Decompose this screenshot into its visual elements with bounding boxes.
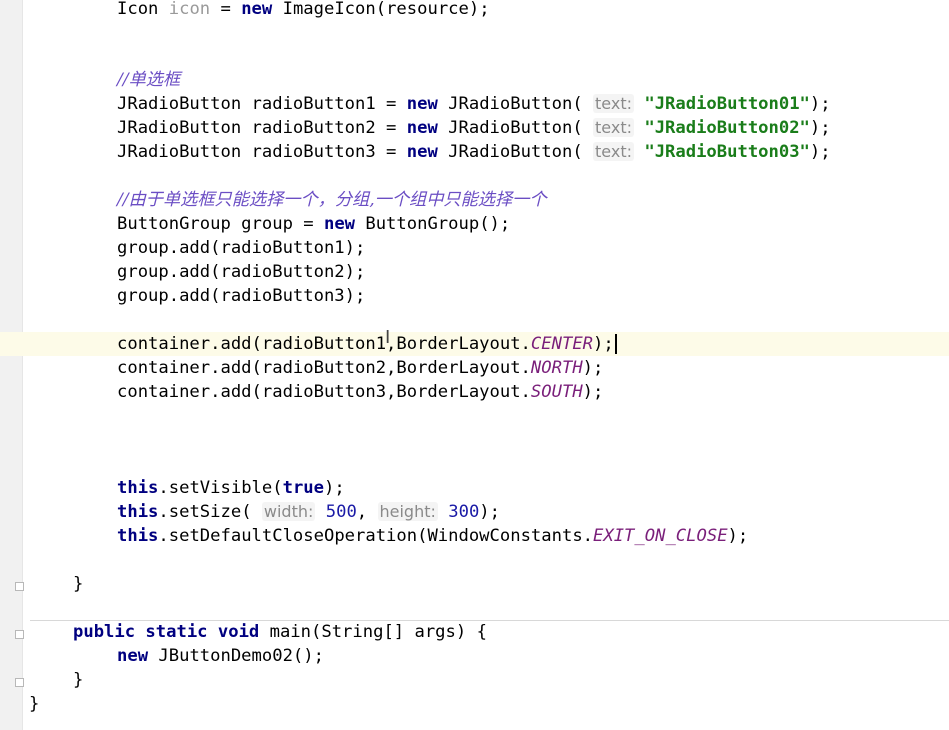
code-line[interactable]: this.setVisible(true); (0, 476, 949, 500)
code-text: this.setVisible(true); (117, 478, 345, 498)
code-line[interactable]: //单选框 (0, 68, 949, 92)
code-line[interactable]: this.setDefaultCloseOperation(WindowCons… (0, 524, 949, 548)
code-line[interactable]: ButtonGroup group = new ButtonGroup(); (0, 212, 949, 236)
code-line[interactable]: } (0, 668, 949, 692)
code-line[interactable]: container.add(radioButton2,BorderLayout.… (0, 356, 949, 380)
parameter-hint: text: (593, 118, 634, 137)
code-text: container.add(radioButton1,BorderLayout.… (117, 332, 617, 356)
text-caret (614, 334, 617, 354)
code-text: this.setDefaultCloseOperation(WindowCons… (117, 526, 749, 546)
code-line[interactable]: JRadioButton radioButton1 = new JRadioBu… (0, 92, 949, 116)
code-line[interactable]: new JButtonDemo02(); (0, 644, 949, 668)
code-line[interactable]: public static void main(String[] args) { (0, 620, 949, 644)
code-text: public static void main(String[] args) { (73, 622, 487, 642)
code-text: JRadioButton radioButton1 = new JRadioBu… (117, 94, 831, 114)
code-line[interactable]: this.setSize( width: 500, height: 300); (0, 500, 949, 524)
code-text: } (73, 670, 84, 690)
code-line[interactable]: } (0, 692, 949, 716)
code-text: Icon icon = new ImageIcon(resource); (117, 0, 490, 19)
code-text: group.add(radioButton3); (117, 286, 366, 306)
parameter-hint: text: (593, 142, 634, 161)
parameter-hint: height: (377, 502, 438, 521)
current-code-line[interactable]: container.add(radioButton1,BorderLayout.… (0, 332, 949, 356)
mouse-ibeam-cursor: I (385, 327, 391, 348)
code-text: JRadioButton radioButton2 = new JRadioBu… (117, 118, 831, 138)
parameter-hint: width: (261, 502, 316, 521)
code-editor[interactable]: Icon icon = new ImageIcon(resource); //单… (0, 0, 949, 730)
code-line[interactable]: JRadioButton radioButton3 = new JRadioBu… (0, 140, 949, 164)
code-text: group.add(radioButton2); (117, 262, 366, 282)
code-line[interactable]: group.add(radioButton2); (0, 260, 949, 284)
code-text: group.add(radioButton1); (117, 238, 366, 258)
code-text: new JButtonDemo02(); (117, 646, 324, 666)
parameter-hint: text: (593, 94, 634, 113)
code-line[interactable]: //由于单选框只能选择一个，分组,一个组中只能选择一个 (0, 188, 949, 212)
code-text: } (73, 574, 84, 594)
code-text: this.setSize( width: 500, height: 300); (117, 502, 500, 522)
code-text: container.add(radioButton2,BorderLayout.… (117, 358, 604, 378)
code-text: container.add(radioButton3,BorderLayout.… (117, 382, 604, 402)
comment-text: //由于单选框只能选择一个，分组,一个组中只能选择一个 (117, 190, 547, 210)
code-line[interactable]: group.add(radioButton1); (0, 236, 949, 260)
code-text: JRadioButton radioButton3 = new JRadioBu… (117, 142, 831, 162)
code-text: } (29, 694, 40, 714)
code-line[interactable]: Icon icon = new ImageIcon(resource); (0, 0, 949, 21)
code-line[interactable]: container.add(radioButton3,BorderLayout.… (0, 380, 949, 404)
code-line[interactable]: JRadioButton radioButton2 = new JRadioBu… (0, 116, 949, 140)
comment-text: //单选框 (117, 70, 181, 90)
code-text: ButtonGroup group = new ButtonGroup(); (117, 214, 511, 234)
code-line[interactable]: group.add(radioButton3); (0, 284, 949, 308)
code-line[interactable]: } (0, 572, 949, 596)
